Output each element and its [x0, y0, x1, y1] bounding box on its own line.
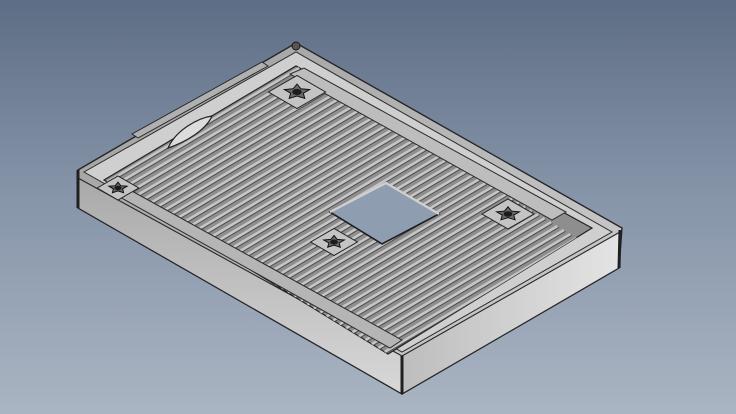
cad-viewport[interactable] — [0, 0, 736, 414]
corner-top-cap — [291, 41, 301, 51]
tray-3d-model[interactable] — [0, 0, 736, 414]
corner-edge-right — [617, 229, 622, 269]
